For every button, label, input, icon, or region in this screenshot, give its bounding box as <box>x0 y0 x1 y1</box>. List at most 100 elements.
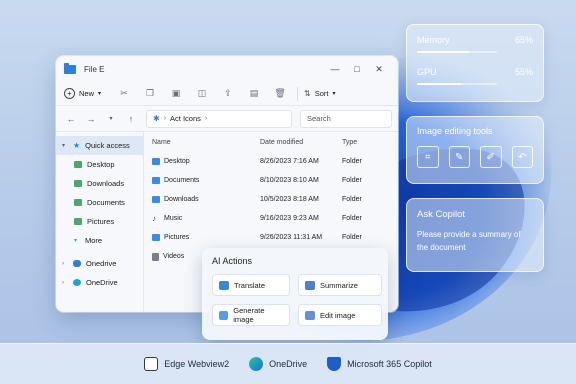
delete-icon[interactable]: 🗑 <box>267 88 293 99</box>
share-icon[interactable]: ⇪ <box>215 88 241 99</box>
undo-icon[interactable]: ↶ <box>511 146 533 168</box>
column-header-date[interactable]: Date modified <box>260 139 342 146</box>
chevron-down-icon: ▾ <box>98 91 102 97</box>
sidebar-item-onedrive[interactable]: › OneDrive <box>56 273 143 292</box>
sidebar-item-label: OneDrive <box>86 278 118 287</box>
sidebar-item-label: Downloads <box>87 179 125 188</box>
sidebar-item-downloads[interactable]: Downloads <box>56 174 143 193</box>
close-button[interactable]: ✕ <box>368 64 390 75</box>
translate-label: Translate <box>234 280 265 290</box>
column-header-type[interactable]: Type <box>342 139 382 146</box>
sidebar-item-onedrive-folder[interactable]: › Onedrive <box>56 254 143 273</box>
sort-button[interactable]: ⇅ Sort ▾ <box>304 89 335 98</box>
memory-bar-fill <box>417 51 469 53</box>
file-name: Desktop <box>164 158 190 165</box>
sidebar-item-label: Documents <box>87 198 125 207</box>
up-arrow-icon[interactable]: ↑ <box>122 114 140 124</box>
rename-icon[interactable]: ◫ <box>189 88 215 99</box>
table-row[interactable]: Desktop 8/26/2023 7:16 AM Folder <box>152 152 390 171</box>
sidebar-item-label: Onedrive <box>86 259 117 268</box>
summarize-button[interactable]: Summarize <box>298 274 382 296</box>
chevron-down-icon: ▾ <box>74 238 78 244</box>
downloads-icon <box>74 180 82 187</box>
image-tools-widget: Image editing tools ⌗ ✎ ✐ ↶ <box>406 116 544 184</box>
sidebar-item-documents[interactable]: Documents <box>56 193 143 212</box>
copilot-prompt: Please provide a summary of the document <box>417 230 521 252</box>
title-bar: File E — □ ✕ <box>56 56 398 82</box>
file-date: 9/16/2023 9:23 AM <box>260 215 319 222</box>
sort-label: Sort <box>314 89 329 98</box>
column-header-name[interactable]: Name <box>152 139 260 146</box>
file-name: Videos <box>163 253 185 260</box>
taskbar-item-onedrive[interactable]: OneDrive <box>249 357 307 371</box>
image-tools-title: Image editing tools <box>417 126 493 136</box>
search-input[interactable]: Search <box>300 109 392 128</box>
sidebar-item-more[interactable]: ▾ More <box>56 231 143 250</box>
address-bar[interactable]: ✱ › Act Icons › <box>146 109 292 128</box>
chevron-down-icon: ▾ <box>332 91 336 97</box>
file-name: Pictures <box>164 234 190 241</box>
folder-icon <box>64 62 76 74</box>
crop-icon[interactable]: ⌗ <box>417 146 439 168</box>
maximize-button[interactable]: □ <box>346 64 368 74</box>
chevron-right-icon: › <box>62 279 64 286</box>
chevron-down-icon[interactable]: ▾ <box>102 115 120 122</box>
file-type: Folder <box>342 234 362 241</box>
file-type: Folder <box>342 215 362 222</box>
table-row[interactable]: ♪ Music 9/16/2023 9:23 AM Folder <box>152 209 390 228</box>
gpu-value: 55% <box>514 67 533 77</box>
sort-icon: ⇅ <box>304 89 311 98</box>
edit-image-button[interactable]: Edit image <box>298 304 382 326</box>
minimize-button[interactable]: — <box>324 64 346 74</box>
table-row[interactable]: Documents 8/10/2023 8:10 AM Folder <box>152 171 390 190</box>
forward-arrow-icon[interactable]: → <box>82 114 100 124</box>
ask-copilot-widget[interactable]: Ask Copilot Please provide a summary of … <box>406 198 544 272</box>
taskbar-label: Edge Webview2 <box>164 359 230 369</box>
taskbar-item-microsoft-365-copilot[interactable]: Microsoft 365 Copilot <box>327 357 432 371</box>
new-button[interactable]: + New ▾ <box>64 88 111 99</box>
sidebar-item-label: Quick access <box>85 141 130 150</box>
file-name: Documents <box>164 177 200 184</box>
cut-icon[interactable]: ✂ <box>111 88 137 99</box>
pen-icon[interactable]: ✎ <box>448 146 470 168</box>
edge-icon <box>73 279 81 286</box>
sidebar-item-label: Pictures <box>87 217 115 226</box>
plus-icon: + <box>64 88 75 99</box>
copilot-title: Ask Copilot <box>417 209 466 220</box>
file-date: 10/5/2023 8:18 AM <box>260 196 319 203</box>
generate-image-button[interactable]: Generate image <box>212 304 290 326</box>
taskbar-item-edge-webview2[interactable]: Edge Webview2 <box>144 357 229 371</box>
star-icon: ★ <box>73 141 81 150</box>
image-icon <box>219 310 229 320</box>
paste-icon[interactable]: ▣ <box>163 88 189 99</box>
table-row[interactable]: Downloads 10/5/2023 8:18 AM Folder <box>152 190 390 209</box>
gpu-bar-fill <box>417 83 461 85</box>
summarize-label: Summarize <box>320 280 358 290</box>
translate-button[interactable]: Translate <box>212 274 290 296</box>
folder-icon <box>152 234 160 241</box>
ai-actions-title: AI Actions <box>212 256 253 266</box>
documents-icon <box>74 199 82 206</box>
sidebar-item-quick-access[interactable]: ▾ ★ Quick access <box>56 136 143 155</box>
video-icon <box>152 252 159 261</box>
copy-icon[interactable]: ❐ <box>137 88 163 99</box>
edit-icon[interactable]: ✐ <box>480 146 502 168</box>
toolbar-divider <box>297 86 299 101</box>
address-bar-row: ← → ▾ ↑ ✱ › Act Icons › Search <box>56 106 398 132</box>
music-icon: ♪ <box>152 214 156 223</box>
sidebar-item-pictures[interactable]: Pictures <box>56 212 143 231</box>
edit-image-label: Edit image <box>320 310 356 320</box>
generate-image-label: Generate image <box>233 306 265 324</box>
window-title: File E <box>84 64 105 74</box>
properties-icon[interactable]: ▤ <box>241 88 267 99</box>
sidebar-item-desktop[interactable]: Desktop <box>56 155 143 174</box>
new-label: New <box>79 89 95 98</box>
memory-label: Memory <box>417 35 450 45</box>
pin-icon: ✱ <box>153 114 160 123</box>
table-row[interactable]: Pictures 9/26/2023 11:31 AM Folder <box>152 228 390 247</box>
file-date: 8/26/2023 7:16 AM <box>260 158 319 165</box>
chevron-down-icon: ▾ <box>62 143 66 149</box>
file-date: 9/26/2023 11:31 AM <box>260 234 323 241</box>
column-headers: Name Date modified Type <box>152 132 390 152</box>
back-arrow-icon[interactable]: ← <box>62 114 80 124</box>
